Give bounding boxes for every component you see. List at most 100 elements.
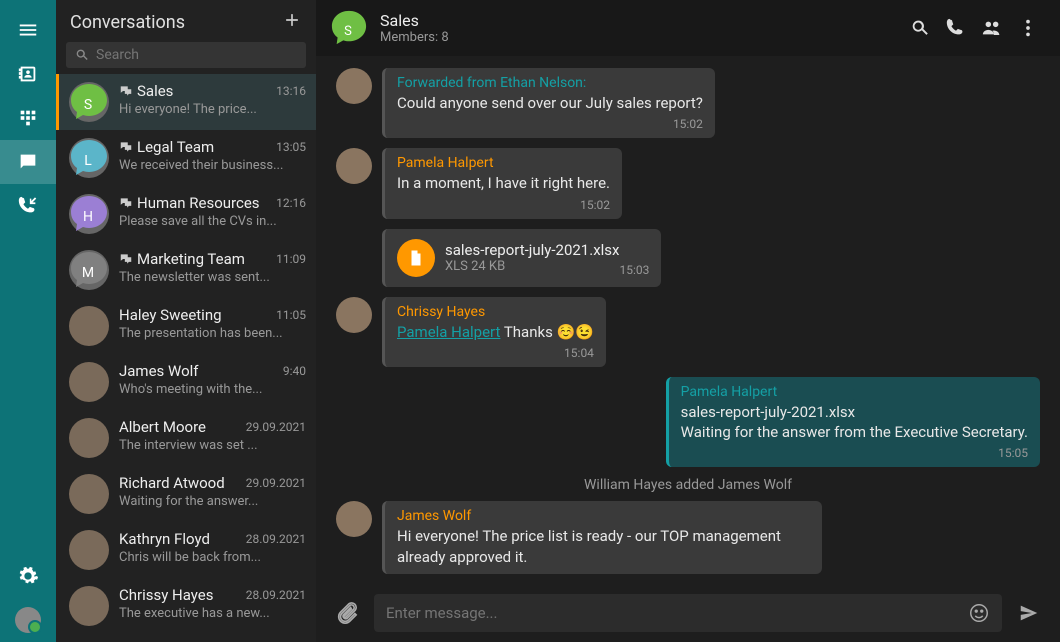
conversation-name: Richard Atwood xyxy=(119,474,225,492)
emoji-icon[interactable] xyxy=(968,602,990,624)
user-avatar xyxy=(69,530,109,570)
conversation-item[interactable]: H Human Resources Please save all the CV… xyxy=(56,186,316,242)
message-row: Chrissy Hayes Pamela Halpert Thanks ☺️😉 … xyxy=(336,297,1040,367)
message-sender: Forwarded from Ethan Nelson: xyxy=(397,75,703,91)
search-icon xyxy=(74,47,90,63)
more-vertical-icon xyxy=(1017,17,1039,39)
phone-icon xyxy=(945,17,967,39)
conversation-item[interactable]: Kathryn Floyd Chris will be back from...… xyxy=(56,522,316,578)
conversation-preview: The interview was set ... xyxy=(119,438,306,453)
chat-more-button[interactable] xyxy=(1010,10,1046,46)
user-avatar xyxy=(69,586,109,626)
message-bubble[interactable]: James Wolf Hi everyone! The price list i… xyxy=(382,501,822,574)
nav-calls[interactable] xyxy=(0,184,56,228)
file-meta: XLS 24 KB xyxy=(445,259,619,274)
address-book-icon xyxy=(17,63,39,85)
conversation-time: 13:05 xyxy=(276,140,306,154)
conversation-time: 11:09 xyxy=(276,252,306,266)
conversation-item[interactable]: James Wolf Who's meeting with the... 9:4… xyxy=(56,354,316,410)
phone-incoming-icon xyxy=(17,195,39,217)
conversation-preview: The presentation has been... xyxy=(119,326,306,341)
file-attachment[interactable]: sales-report-july-2021.xlsx XLS 24 KB 15… xyxy=(382,229,661,287)
conversation-item[interactable]: M Marketing Team The newsletter was sent… xyxy=(56,242,316,298)
conversations-list: S Sales Hi everyone! The price... 13:16L… xyxy=(56,74,316,642)
file-name: sales-report-july-2021.xlsx xyxy=(445,241,619,259)
conversation-item[interactable]: Chrissy Hayes The executive has a new...… xyxy=(56,578,316,634)
message-text: Could anyone send over our July sales re… xyxy=(397,93,703,113)
conversation-item[interactable]: Albert Moore The interview was set ... 2… xyxy=(56,410,316,466)
sender-avatar xyxy=(336,148,372,184)
attach-button[interactable] xyxy=(330,596,364,630)
message-row: sales-report-july-2021.xlsx XLS 24 KB 15… xyxy=(336,229,1040,287)
nav-dialpad[interactable] xyxy=(0,96,56,140)
new-conversation-button[interactable] xyxy=(282,10,302,34)
nav-settings[interactable] xyxy=(0,554,56,598)
profile-avatar xyxy=(15,607,41,633)
message-input[interactable] xyxy=(386,604,968,622)
conversation-preview: The newsletter was sent... xyxy=(119,270,306,285)
user-avatar xyxy=(69,362,109,402)
message-bubble[interactable]: Pamela Halpert In a moment, I have it ri… xyxy=(382,148,622,218)
sender-avatar xyxy=(336,501,372,537)
chat-header: S Sales Members: 8 xyxy=(316,0,1060,56)
search-icon xyxy=(909,17,931,39)
mention[interactable]: Pamela Halpert xyxy=(397,323,500,341)
sender-avatar xyxy=(336,297,372,333)
message-time: 15:02 xyxy=(397,117,703,131)
search-box[interactable] xyxy=(66,42,306,68)
message-text: Hi everyone! The price list is ready - o… xyxy=(397,526,810,567)
conversation-time: 12:16 xyxy=(276,196,306,210)
message-row: James Wolf Hi everyone! The price list i… xyxy=(336,501,1040,574)
message-time: 15:05 xyxy=(681,446,1028,460)
conversation-item[interactable]: S Sales Hi everyone! The price... 13:16 xyxy=(56,74,316,130)
system-message: William Hayes added James Wolf xyxy=(336,477,1040,493)
message-row: Forwarded from Ethan Nelson: Could anyon… xyxy=(336,68,1040,138)
conversation-name: James Wolf xyxy=(119,362,199,380)
group-avatar: L xyxy=(69,138,109,178)
nav-contacts[interactable] xyxy=(0,52,56,96)
group-avatar: S xyxy=(69,82,109,122)
conversation-name: Kathryn Floyd xyxy=(119,530,210,548)
chat-title: Sales xyxy=(380,11,449,30)
user-avatar xyxy=(69,474,109,514)
nav-chat[interactable] xyxy=(0,140,56,184)
send-button[interactable] xyxy=(1012,596,1046,630)
chat-call-button[interactable] xyxy=(938,10,974,46)
file-icon xyxy=(397,239,435,277)
message-bubble[interactable]: Pamela Halpert sales-report-july-2021.xl… xyxy=(666,377,1040,468)
chat-search-button[interactable] xyxy=(902,10,938,46)
conversation-name: Sales xyxy=(137,82,173,100)
group-avatar: M xyxy=(69,250,109,290)
people-icon xyxy=(981,17,1003,39)
conversation-name: Chrissy Hayes xyxy=(119,586,214,604)
chat-members-button[interactable] xyxy=(974,10,1010,46)
search-input[interactable] xyxy=(96,47,298,63)
conversation-time: 29.09.2021 xyxy=(246,420,306,434)
conversation-time: 9:40 xyxy=(283,364,306,378)
chat-subtitle: Members: 8 xyxy=(380,30,449,45)
dialpad-icon xyxy=(17,107,39,129)
conversation-item[interactable]: Haley Sweeting The presentation has been… xyxy=(56,298,316,354)
group-avatar: H xyxy=(69,194,109,234)
message-bubble[interactable]: Chrissy Hayes Pamela Halpert Thanks ☺️😉 … xyxy=(382,297,606,367)
conversation-time: 11:05 xyxy=(276,308,306,322)
conversation-item[interactable]: L Legal Team We received their business.… xyxy=(56,130,316,186)
conversation-preview: The executive has a new... xyxy=(119,606,306,621)
message-input-box[interactable] xyxy=(374,594,1002,632)
conversation-preview: Hi everyone! The price... xyxy=(119,102,306,117)
chat-messages: Forwarded from Ethan Nelson: Could anyon… xyxy=(316,56,1060,584)
nav-profile[interactable] xyxy=(0,598,56,642)
message-bubble[interactable]: Forwarded from Ethan Nelson: Could anyon… xyxy=(382,68,715,138)
nav-menu[interactable] xyxy=(0,8,56,52)
sender-avatar xyxy=(336,68,372,104)
conversation-item[interactable]: Richard Atwood Waiting for the answer...… xyxy=(56,466,316,522)
nav-rail xyxy=(0,0,56,642)
conversation-time: 13:16 xyxy=(276,84,306,98)
plus-icon xyxy=(282,10,302,30)
chat-icon xyxy=(17,151,39,173)
paperclip-icon xyxy=(336,602,358,624)
message-sender: James Wolf xyxy=(397,508,810,524)
conversation-name: Albert Moore xyxy=(119,418,206,436)
chat-panel: S Sales Members: 8 Forwarded from Ethan … xyxy=(316,0,1060,642)
message-sender: Chrissy Hayes xyxy=(397,304,594,320)
